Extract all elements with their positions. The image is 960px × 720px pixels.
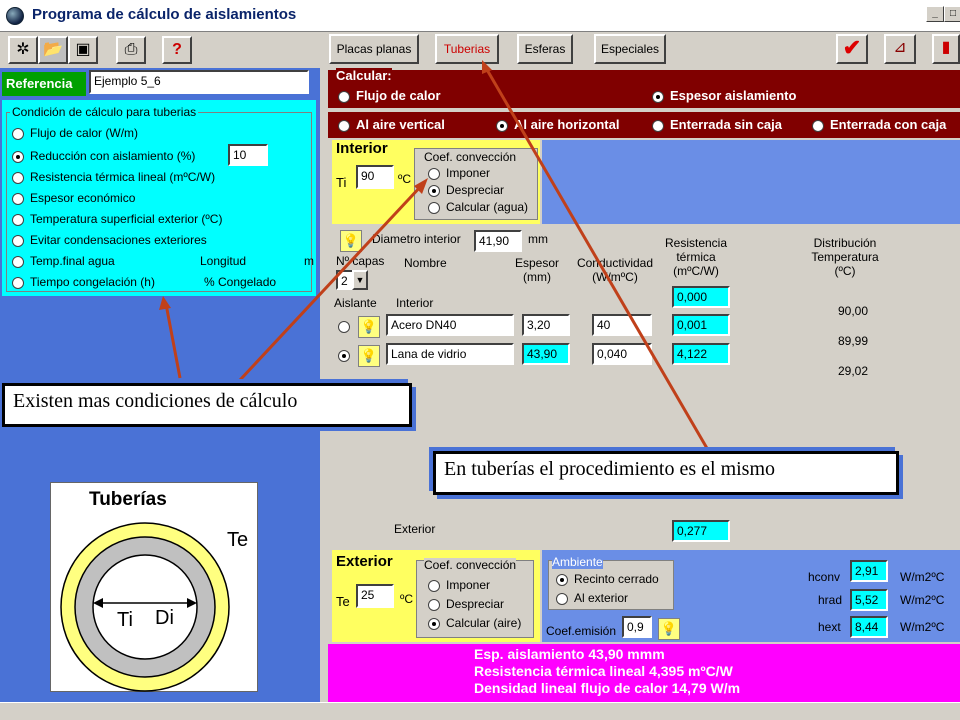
annotation-arrows — [159, 60, 710, 451]
annotation-tuberias: En tuberías el procedimiento es el mismo — [433, 451, 899, 495]
annotation-condiciones: Existen mas condiciones de cálculo — [2, 383, 412, 427]
